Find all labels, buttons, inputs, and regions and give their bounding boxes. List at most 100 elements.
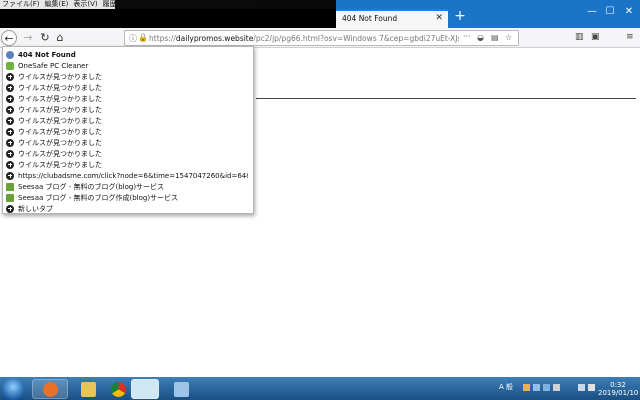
history-dropdown: 404 Not Found OneSafe PC Cleaner ウイルスが見つかり… <box>2 46 254 214</box>
tab-title: 404 Not Found <box>342 14 398 23</box>
menu-item[interactable]: ツール(T) <box>189 0 220 9</box>
history-item[interactable]: OneSafe PC Cleaner <box>3 60 253 71</box>
navigation-bar: ← → ↻ ⌂ ⓘ 🔒 https://dailypromos.website/… <box>0 28 640 48</box>
pocket-icon[interactable]: ◒ <box>477 33 484 42</box>
menu-item[interactable]: ファイル(F) <box>2 0 40 9</box>
history-item[interactable]: ウイルスが見つかりました <box>3 159 253 170</box>
url-domain: dailypromos.website <box>175 34 254 43</box>
forward-button[interactable]: → <box>20 30 36 46</box>
history-item[interactable]: ウイルスが見つかりました <box>3 104 253 115</box>
back-button[interactable]: ← <box>1 30 17 46</box>
plus-icon <box>6 204 14 213</box>
history-item[interactable]: ウイルスが見つかりました <box>3 82 253 93</box>
library-icon[interactable]: ▥ <box>575 32 584 42</box>
history-item[interactable]: ウイルスが見つかりました <box>3 148 253 159</box>
plus-icon <box>6 105 14 114</box>
clock[interactable]: 0:32 2019/01/10 <box>598 381 638 397</box>
history-item[interactable]: ウイルスが見つかりました <box>3 126 253 137</box>
plus-icon <box>6 160 14 169</box>
plus-icon <box>6 72 14 81</box>
tray-icon-4[interactable] <box>553 384 560 391</box>
history-item[interactable]: ウイルスが見つかりました <box>3 137 253 148</box>
taskbar-paint[interactable] <box>163 379 199 399</box>
book-icon <box>6 193 14 202</box>
history-item-label: OneSafe PC Cleaner <box>18 61 89 70</box>
bookmark-star-icon[interactable]: ☆ <box>505 33 512 42</box>
url-bar[interactable]: ⓘ 🔒 https://dailypromos.website/pc2/jp/p… <box>124 30 519 46</box>
menu: ファイル(F) 編集(E) 表示(V) 履歴(S) ブックマーク(B) ツール(T) ヘルプ… <box>0 0 256 9</box>
tab-strip-background <box>0 9 336 28</box>
history-item-label: Seesaa ブログ - 無料のブログ作成(blog)サービス <box>18 193 179 202</box>
tray-icon-3[interactable] <box>543 384 550 391</box>
globe-icon <box>6 50 14 59</box>
chrome-icon <box>111 382 126 397</box>
history-item[interactable]: Seesaa ブログ - 無料のブログ作成(blog)サービス <box>3 192 253 203</box>
history-item[interactable]: ウイルスが見つかりました <box>3 71 253 82</box>
paint-icon <box>174 382 189 397</box>
clock-time: 0:32 <box>610 381 626 389</box>
ime-indicator[interactable]: A 般 <box>499 382 513 392</box>
history-item[interactable]: ウイルスが見つかりました <box>3 93 253 104</box>
history-item-label: ウイルスが見つかりました <box>18 127 102 136</box>
menu-item[interactable]: ブックマーク(B) <box>132 0 184 9</box>
history-item-label: ウイルスが見つかりました <box>18 83 102 92</box>
taskbar-firefox[interactable] <box>32 379 68 399</box>
history-item-label: 404 Not Found <box>18 50 76 59</box>
page-horizontal-rule <box>256 98 636 99</box>
url-text[interactable]: https://dailypromos.website/pc2/jp/pg66.… <box>149 34 459 43</box>
history-item-label: 新しいタブ <box>18 204 53 213</box>
history-item-label: https://clubadsme.com/click?node=6&time=… <box>18 171 248 180</box>
history-item-label: Seesaa ブログ - 無料のブログ(blog)サービス <box>18 182 165 191</box>
taskbar-window[interactable] <box>131 379 159 399</box>
home-button[interactable]: ⌂ <box>52 30 68 46</box>
history-item[interactable]: https://clubadsme.com/click?node=6&time=… <box>3 170 253 181</box>
reload-button[interactable]: ↻ <box>37 30 53 46</box>
history-item-label: ウイルスが見つかりました <box>18 105 102 114</box>
maximize-button[interactable]: ☐ <box>602 6 618 18</box>
menu-hamburger-icon[interactable]: ≡ <box>626 32 634 42</box>
history-item[interactable]: 新しいタブ <box>3 203 253 214</box>
tray-icon-1[interactable] <box>523 384 530 391</box>
volume-icon[interactable] <box>588 384 595 391</box>
more-icon[interactable]: ··· <box>463 32 471 41</box>
book-icon <box>6 182 14 191</box>
lock-icon[interactable]: 🔒 <box>138 33 148 42</box>
history-item-label: ウイルスが見つかりました <box>18 149 102 158</box>
info-icon[interactable]: ⓘ <box>129 33 137 44</box>
plus-icon <box>6 138 14 147</box>
plus-icon <box>6 83 14 92</box>
app-icon <box>6 61 14 70</box>
history-item-label: ウイルスが見つかりました <box>18 94 102 103</box>
history-item-label: ウイルスが見つかりました <box>18 138 102 147</box>
tab-close-icon[interactable]: ✕ <box>435 13 443 23</box>
history-item[interactable]: ウイルスが見つかりました <box>3 115 253 126</box>
history-item-label: ウイルスが見つかりました <box>18 160 102 169</box>
plus-icon <box>6 149 14 158</box>
menu-item[interactable]: 表示(V) <box>73 0 97 9</box>
url-prefix: https:// <box>149 34 176 43</box>
reader-icon[interactable]: ▤ <box>491 33 499 42</box>
plus-icon <box>6 127 14 136</box>
tab-active[interactable]: 404 Not Found ✕ <box>336 9 448 28</box>
menu-item[interactable]: 編集(E) <box>45 0 69 9</box>
history-item[interactable]: Seesaa ブログ - 無料のブログ(blog)サービス <box>3 181 253 192</box>
history-item-label: ウイルスが見つかりました <box>18 72 102 81</box>
sidebar-icon[interactable]: ▣ <box>591 32 600 42</box>
history-item[interactable]: 404 Not Found <box>3 49 253 60</box>
url-path: /pc2/jp/pg66.html?osv=Windows 7&cep=gbdi… <box>253 34 459 43</box>
menu-item[interactable]: ヘルプ(H) <box>225 0 257 9</box>
plus-icon <box>6 171 14 180</box>
network-icon[interactable] <box>578 384 585 391</box>
firefox-icon <box>43 382 58 397</box>
menu-item[interactable]: 履歴(S) <box>103 0 127 9</box>
clock-date: 2019/01/10 <box>598 389 639 397</box>
close-button[interactable]: ✕ <box>621 6 637 18</box>
folder-icon <box>81 382 96 397</box>
minimize-button[interactable]: — <box>584 6 600 18</box>
start-button[interactable] <box>2 378 24 400</box>
new-tab-button[interactable]: + <box>453 8 467 24</box>
tray-icon-2[interactable] <box>533 384 540 391</box>
plus-icon <box>6 94 14 103</box>
plus-icon <box>6 116 14 125</box>
history-item-label: ウイルスが見つかりました <box>18 116 102 125</box>
